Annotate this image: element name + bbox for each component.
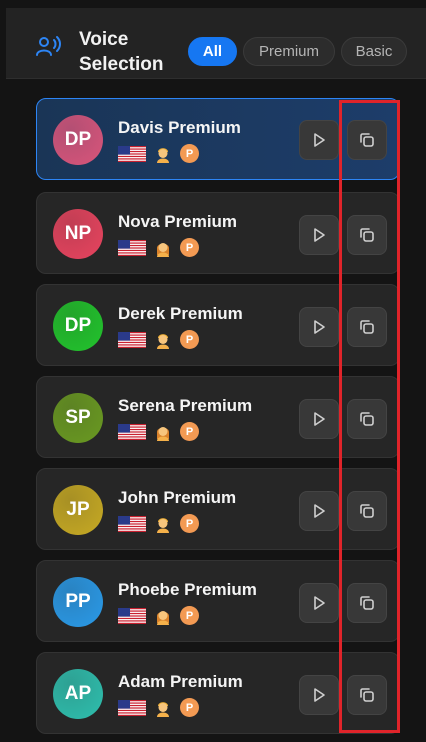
copy-icon — [360, 688, 374, 702]
play-icon — [314, 504, 325, 518]
play-button[interactable] — [299, 399, 339, 439]
voice-list: DP Davis Premium P NP Nova Premium P DP … — [0, 0, 426, 742]
copy-icon — [360, 228, 374, 242]
play-button[interactable] — [299, 583, 339, 623]
premium-badge: P — [180, 238, 199, 257]
voice-meta: P — [118, 606, 199, 625]
premium-badge: P — [180, 422, 199, 441]
copy-icon — [360, 596, 374, 610]
copy-icon — [360, 320, 374, 334]
copy-button[interactable] — [347, 583, 387, 623]
copy-button[interactable] — [347, 215, 387, 255]
play-button[interactable] — [299, 215, 339, 255]
copy-icon — [360, 412, 374, 426]
us-flag-icon — [118, 145, 146, 162]
voice-name: Serena Premium — [118, 396, 253, 415]
play-button[interactable] — [299, 120, 339, 160]
man-icon — [157, 517, 169, 533]
play-icon — [314, 688, 325, 702]
voice-meta: P — [118, 330, 199, 349]
copy-button[interactable] — [347, 675, 387, 715]
voice-meta: P — [118, 698, 199, 717]
play-icon — [314, 412, 325, 426]
voice-card[interactable]: AP Adam Premium P — [36, 652, 400, 734]
voice-name: Phoebe Premium — [118, 580, 257, 599]
play-icon — [314, 596, 325, 610]
avatar: JP — [53, 485, 103, 535]
avatar: PP — [53, 577, 103, 627]
us-flag-icon — [118, 423, 146, 440]
avatar: DP — [53, 115, 103, 165]
play-icon — [314, 228, 325, 242]
avatar: SP — [53, 393, 103, 443]
voice-meta: P — [118, 422, 199, 441]
man-icon — [157, 701, 169, 717]
man-icon — [157, 147, 169, 163]
voice-name: Nova Premium — [118, 212, 238, 231]
voice-name: Davis Premium — [118, 118, 241, 137]
copy-icon — [360, 504, 374, 518]
voice-meta: P — [118, 238, 199, 257]
us-flag-icon — [118, 331, 146, 348]
us-flag-icon — [118, 607, 146, 624]
premium-badge: P — [180, 514, 199, 533]
premium-badge: P — [180, 330, 199, 349]
avatar: DP — [53, 301, 103, 351]
voice-card[interactable]: DP Davis Premium P — [36, 98, 400, 180]
copy-icon — [360, 133, 374, 147]
voice-card[interactable]: NP Nova Premium P — [36, 192, 400, 274]
us-flag-icon — [118, 515, 146, 532]
copy-button[interactable] — [347, 307, 387, 347]
play-button[interactable] — [299, 491, 339, 531]
voice-card[interactable]: DP Derek Premium P — [36, 284, 400, 366]
voice-card[interactable]: PP Phoebe Premium P — [36, 560, 400, 642]
play-button[interactable] — [299, 675, 339, 715]
us-flag-icon — [118, 239, 146, 256]
voice-meta: P — [118, 144, 199, 163]
man-icon — [157, 333, 169, 349]
woman-icon — [156, 426, 170, 441]
copy-button[interactable] — [347, 120, 387, 160]
premium-badge: P — [180, 144, 199, 163]
avatar: AP — [53, 669, 103, 719]
premium-badge: P — [180, 606, 199, 625]
avatar: NP — [53, 209, 103, 259]
copy-button[interactable] — [347, 399, 387, 439]
play-icon — [314, 133, 325, 147]
voice-card[interactable]: JP John Premium P — [36, 468, 400, 550]
voice-name: Adam Premium — [118, 672, 243, 691]
voice-name: Derek Premium — [118, 304, 243, 323]
voice-card[interactable]: SP Serena Premium P — [36, 376, 400, 458]
play-button[interactable] — [299, 307, 339, 347]
copy-button[interactable] — [347, 491, 387, 531]
woman-icon — [156, 242, 170, 257]
woman-icon — [156, 610, 170, 625]
premium-badge: P — [180, 698, 199, 717]
voice-name: John Premium — [118, 488, 237, 507]
play-icon — [314, 320, 325, 334]
voice-meta: P — [118, 514, 199, 533]
us-flag-icon — [118, 699, 146, 716]
